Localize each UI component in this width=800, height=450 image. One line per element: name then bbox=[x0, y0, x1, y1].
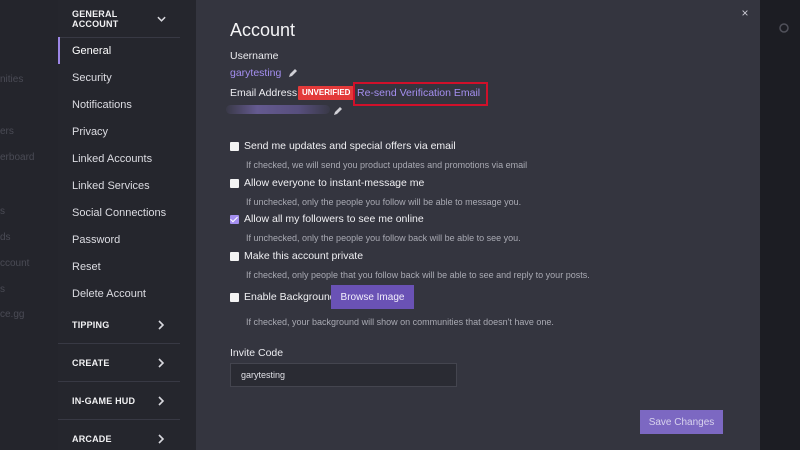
sidebar-item-notifications[interactable]: Notifications bbox=[58, 91, 180, 118]
section-label: IN-GAME HUD bbox=[72, 395, 136, 406]
followers-online-checkbox[interactable] bbox=[230, 214, 239, 224]
invite-code-input[interactable] bbox=[230, 363, 457, 387]
sidebar-item-linked-accounts[interactable]: Linked Accounts bbox=[58, 145, 180, 172]
option-label: Send me updates and special offers via e… bbox=[244, 140, 456, 152]
option-enable-background[interactable]: Enable Background bbox=[230, 291, 336, 303]
email-label: Email Address bbox=[230, 87, 298, 99]
section-label: TIPPING bbox=[72, 319, 110, 330]
edit-email-icon[interactable] bbox=[333, 106, 343, 116]
section-label: ARCADE bbox=[72, 434, 112, 444]
browse-image-button[interactable]: Browse Image bbox=[331, 285, 414, 309]
option-email-updates[interactable]: Send me updates and special offers via e… bbox=[230, 140, 456, 152]
option-hint: If unchecked, only the people you follow… bbox=[246, 197, 522, 207]
background-icon bbox=[779, 23, 789, 33]
sidebar-item-linked-services[interactable]: Linked Services bbox=[58, 172, 180, 199]
background-nav: nities ers erboard s ds ccount s ce.gg bbox=[0, 0, 58, 450]
save-changes-button[interactable]: Save Changes bbox=[640, 410, 723, 434]
username-label: Username bbox=[230, 50, 279, 62]
background-nav-text: ce.gg bbox=[0, 309, 25, 320]
section-tipping[interactable]: TIPPING bbox=[58, 306, 180, 344]
section-create[interactable]: CREATE bbox=[58, 344, 180, 382]
option-label: Enable Background bbox=[244, 291, 336, 303]
option-hint: If checked, only people that you follow … bbox=[246, 270, 590, 280]
settings-sidebar: GENERAL ACCOUNT General Security Notific… bbox=[58, 0, 196, 450]
background-nav-text: s bbox=[0, 206, 5, 217]
username-value: garytesting bbox=[230, 67, 282, 79]
option-followers-online[interactable]: Allow all my followers to see me online bbox=[230, 213, 424, 225]
background-nav-text: erboard bbox=[0, 152, 35, 163]
private-account-checkbox[interactable] bbox=[230, 251, 239, 261]
chevron-right-icon bbox=[158, 357, 165, 368]
background-nav-text: s bbox=[0, 284, 5, 295]
option-label: Allow all my followers to see me online bbox=[244, 213, 424, 225]
edit-username-icon[interactable] bbox=[288, 68, 298, 78]
sidebar-item-general[interactable]: General bbox=[58, 37, 180, 64]
background-nav-text: ccount bbox=[0, 258, 30, 269]
chevron-right-icon bbox=[158, 319, 165, 330]
section-label: GENERAL ACCOUNT bbox=[72, 8, 119, 29]
email-updates-checkbox[interactable] bbox=[230, 141, 239, 151]
sidebar-item-security[interactable]: Security bbox=[58, 64, 180, 91]
section-ingame-hud[interactable]: IN-GAME HUD bbox=[58, 382, 180, 420]
sidebar-item-delete-account[interactable]: Delete Account bbox=[58, 280, 180, 307]
option-label: Make this account private bbox=[244, 250, 364, 262]
option-private-account[interactable]: Make this account private bbox=[230, 250, 363, 262]
sidebar-item-privacy[interactable]: Privacy bbox=[58, 118, 180, 145]
account-settings-panel: × Account Username garytesting Email Add… bbox=[196, 0, 760, 450]
option-hint: If unchecked, only the people you follow… bbox=[246, 233, 521, 243]
page-title: Account bbox=[230, 20, 296, 40]
section-general-account[interactable]: GENERAL ACCOUNT bbox=[58, 0, 180, 38]
close-icon[interactable]: × bbox=[738, 6, 752, 20]
option-hint: If checked, your background will show on… bbox=[246, 317, 554, 327]
resend-verification-link[interactable]: Re-send Verification Email bbox=[357, 87, 480, 99]
sidebar-item-reset[interactable]: Reset bbox=[58, 253, 180, 280]
sidebar-item-password[interactable]: Password bbox=[58, 226, 180, 253]
instant-message-checkbox[interactable] bbox=[230, 178, 239, 188]
chevron-down-icon bbox=[157, 16, 166, 22]
section-label: CREATE bbox=[72, 357, 110, 368]
enable-background-checkbox[interactable] bbox=[230, 292, 239, 302]
option-label: Allow everyone to instant-message me bbox=[244, 177, 425, 189]
background-nav-text: ers bbox=[0, 126, 14, 137]
background-nav-text: ds bbox=[0, 232, 11, 243]
sidebar-item-social-connections[interactable]: Social Connections bbox=[58, 199, 180, 226]
redacted-email bbox=[226, 105, 330, 114]
general-account-menu: General Security Notifications Privacy L… bbox=[58, 37, 180, 307]
background-nav-text: nities bbox=[0, 74, 24, 85]
unverified-badge: UNVERIFIED bbox=[298, 86, 355, 100]
option-instant-message[interactable]: Allow everyone to instant-message me bbox=[230, 177, 424, 189]
chevron-right-icon bbox=[158, 434, 165, 444]
section-arcade[interactable]: ARCADE bbox=[58, 420, 180, 450]
background-right-rail bbox=[760, 0, 800, 450]
invite-code-label: Invite Code bbox=[230, 347, 284, 359]
option-hint: If checked, we will send you product upd… bbox=[246, 160, 528, 170]
chevron-right-icon bbox=[158, 395, 165, 406]
